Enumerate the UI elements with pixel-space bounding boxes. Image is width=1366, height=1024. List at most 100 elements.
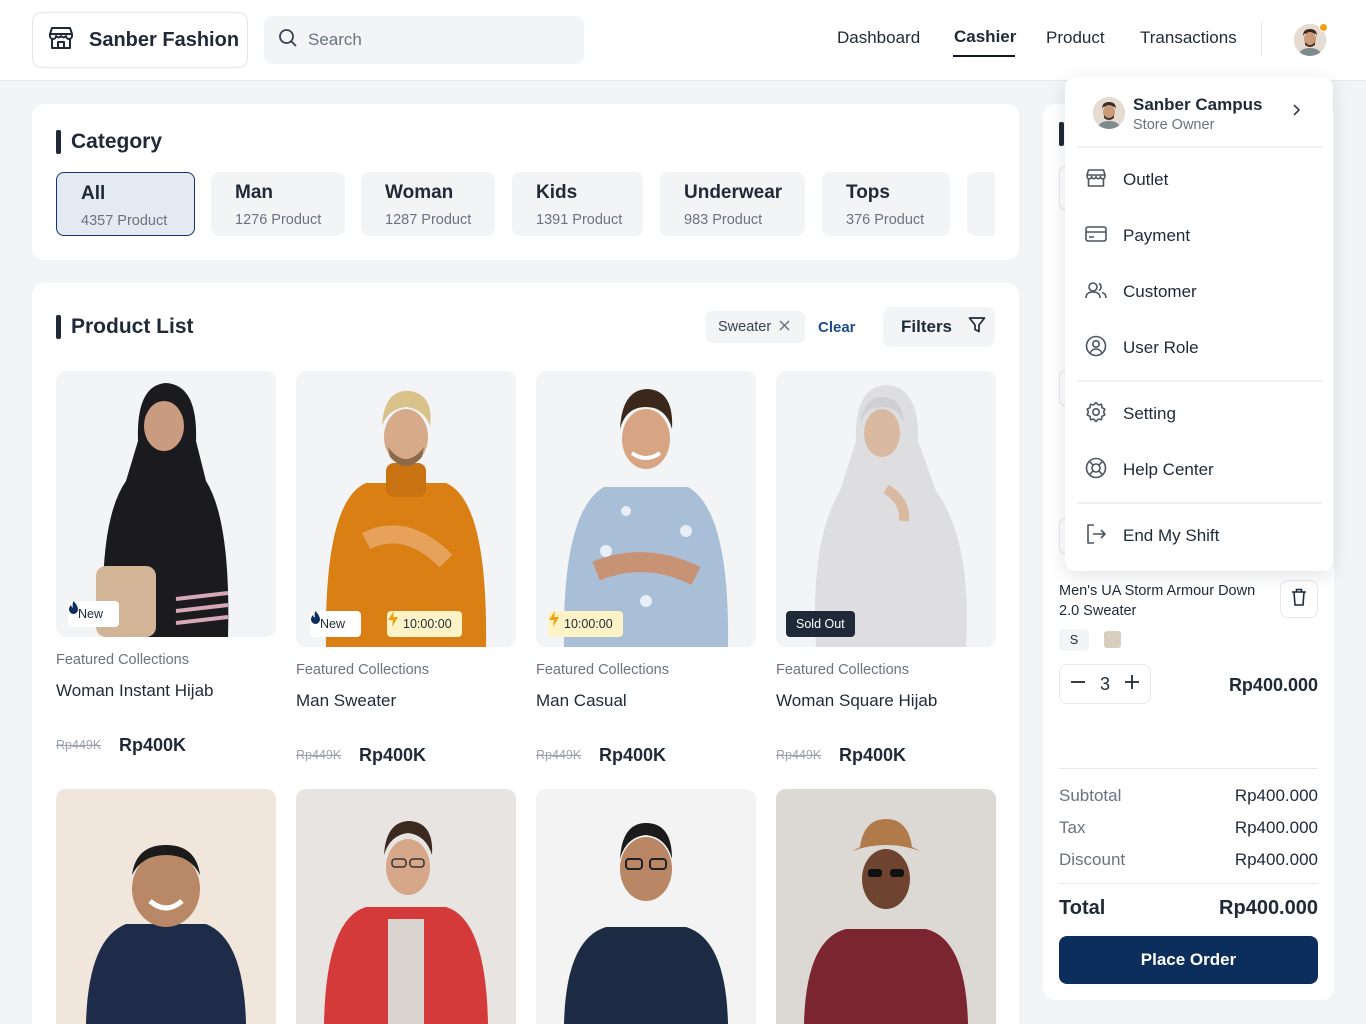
product-image[interactable] [56, 789, 276, 1024]
filter-chip[interactable]: Sweater [706, 311, 805, 343]
place-order-button[interactable]: Place Order [1059, 936, 1318, 984]
product-name[interactable]: Man Casual [536, 691, 627, 711]
close-icon[interactable] [779, 319, 790, 335]
tax-row: Tax Rp400.000 [1059, 818, 1318, 837]
product-price: Rp400K [359, 745, 427, 765]
user-circle-icon [1085, 335, 1107, 362]
divider [1059, 883, 1318, 884]
product-image-man-casual[interactable]: 10:00:00 [536, 371, 756, 647]
quantity-stepper: 3 [1059, 664, 1151, 704]
divider [1261, 22, 1262, 56]
category-list: All 4357 Product Man 1276 Product Woman … [56, 172, 995, 236]
store-icon [47, 25, 75, 56]
divider [1077, 502, 1322, 504]
chevron-right-icon [1291, 103, 1301, 122]
search-input[interactable] [308, 30, 568, 50]
top-bar: Sanber Fashion Dashboard Cashier Product… [0, 0, 1366, 80]
new-badge: New [68, 601, 120, 627]
profile-role: Store Owner [1133, 117, 1215, 133]
color-swatch [1104, 631, 1121, 648]
gear-icon [1085, 400, 1107, 428]
search-icon [278, 28, 298, 53]
flash-sale-timer: 10:00:00 [548, 611, 623, 637]
category-woman[interactable]: Woman 1287 Product [361, 172, 495, 236]
quantity-value: 3 [1099, 673, 1110, 694]
profile-name: Sanber Campus [1133, 95, 1263, 114]
product-image-man-sweater[interactable]: New 10:00:00 [296, 371, 516, 647]
menu-item-payment[interactable]: Payment [1085, 218, 1315, 254]
category-next-partial[interactable] [967, 172, 995, 236]
product-image[interactable] [536, 789, 756, 1024]
profile-menu-header[interactable]: Sanber Campus Store Owner [1065, 77, 1333, 147]
total-row: Total Rp400.000 [1059, 897, 1318, 919]
discount-row: Discount Rp400.000 [1059, 850, 1318, 869]
product-collection: Featured Collections [536, 662, 669, 678]
menu-item-end-shift[interactable]: End My Shift [1085, 518, 1315, 554]
order-item-name: Men's UA Storm Armour Down 2.0 Sweater [1059, 583, 1256, 619]
active-nav-indicator [953, 55, 1015, 57]
subtotal-row: Subtotal Rp400.000 [1059, 786, 1318, 805]
users-icon [1085, 281, 1107, 304]
menu-item-outlet[interactable]: Outlet [1085, 162, 1315, 198]
sold-out-badge: Sold Out [786, 611, 855, 637]
divider [1077, 380, 1322, 382]
nav-cashier[interactable]: Cashier [954, 27, 1016, 47]
order-heading-bar [1059, 122, 1064, 146]
nav-dashboard[interactable]: Dashboard [837, 28, 920, 48]
product-collection: Featured Collections [296, 662, 429, 678]
size-badge: S [1059, 629, 1089, 651]
menu-item-help-center[interactable]: Help Center [1085, 452, 1315, 488]
delete-item-button[interactable] [1280, 580, 1318, 618]
product-price: Rp400K [839, 745, 907, 765]
product-price: Rp400K [119, 735, 187, 755]
category-underwear[interactable]: Underwear 983 Product [660, 172, 805, 236]
flash-sale-timer: 10:00:00 [387, 611, 462, 637]
product-price: Rp400K [599, 745, 667, 765]
brand-logo[interactable]: Sanber Fashion [32, 12, 248, 68]
product-list-heading: Product List [56, 315, 194, 339]
product-old-price: Rp449K [536, 748, 582, 762]
menu-item-user-role[interactable]: User Role [1085, 330, 1315, 366]
product-image[interactable] [296, 789, 516, 1024]
notification-dot [1319, 23, 1328, 32]
product-image[interactable] [776, 789, 996, 1024]
category-man[interactable]: Man 1276 Product [211, 172, 345, 236]
avatar [1093, 97, 1125, 129]
lifebuoy-icon [1085, 457, 1107, 484]
minus-icon[interactable] [1070, 674, 1086, 695]
credit-card-icon [1085, 225, 1107, 248]
product-name[interactable]: Woman Square Hijab [776, 691, 937, 711]
product-old-price: Rp449K [56, 738, 102, 752]
divider [1059, 768, 1318, 769]
menu-item-setting[interactable]: Setting [1085, 396, 1315, 432]
product-collection: Featured Collections [776, 662, 909, 678]
profile-menu: Sanber Campus Store Owner Outlet Payment… [1065, 77, 1333, 571]
store-icon [1085, 168, 1107, 193]
new-badge: New [310, 611, 362, 637]
product-old-price: Rp449K [296, 748, 342, 762]
category-heading: Category [56, 130, 162, 154]
product-image-woman-square-hijab[interactable]: Sold Out [776, 371, 996, 647]
logout-icon [1085, 523, 1107, 550]
product-collection: Featured Collections [56, 652, 189, 668]
category-kids[interactable]: Kids 1391 Product [512, 172, 643, 236]
nav-product[interactable]: Product [1046, 28, 1105, 48]
category-all[interactable]: All 4357 Product [56, 172, 195, 236]
product-image-woman-instant-hijab[interactable]: New [56, 371, 276, 637]
plus-icon[interactable] [1124, 674, 1140, 695]
product-old-price: Rp449K [776, 748, 822, 762]
filter-icon [968, 316, 986, 339]
profile-avatar[interactable] [1294, 23, 1328, 56]
divider [1077, 146, 1322, 148]
brand-name: Sanber Fashion [89, 28, 240, 51]
product-name[interactable]: Man Sweater [296, 691, 396, 711]
clear-filters-link[interactable]: Clear [818, 319, 856, 336]
filters-button[interactable]: Filters [883, 307, 995, 347]
menu-item-customer[interactable]: Customer [1085, 274, 1315, 310]
nav-transactions[interactable]: Transactions [1140, 28, 1237, 48]
search-bar[interactable] [264, 16, 584, 64]
line-price: Rp400.000 [1228, 675, 1318, 695]
product-name[interactable]: Woman Instant Hijab [56, 681, 213, 701]
trash-icon [1291, 588, 1307, 611]
category-tops[interactable]: Tops 376 Product [822, 172, 950, 236]
